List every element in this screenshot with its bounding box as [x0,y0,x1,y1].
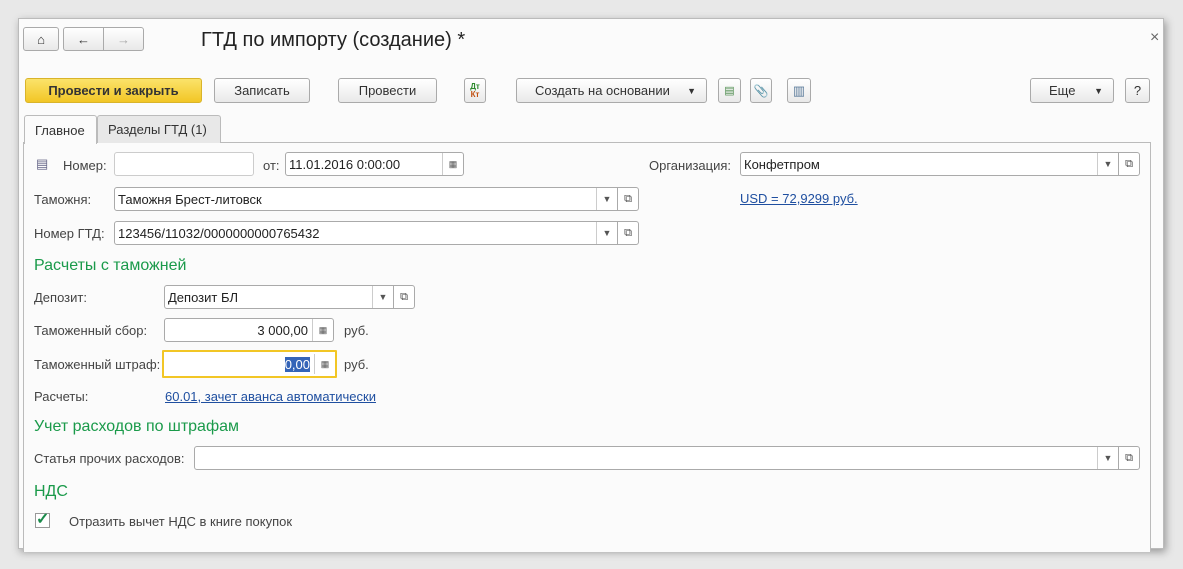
chevron-down-icon[interactable]: ▼ [596,222,617,244]
home-icon: ⌂ [37,31,45,47]
more-label: Еще [1049,83,1076,98]
page-title: ГТД по импорту (создание) * [201,29,466,51]
forward-button[interactable]: → [103,27,144,51]
arrow-left-icon: ← [77,31,90,47]
chevron-down-icon[interactable]: ▼ [1097,447,1118,469]
settlements-link[interactable]: 60.01, зачет аванса автоматически [165,389,376,404]
chevron-down-icon: ▼ [1094,85,1103,96]
section-heading-vat: НДС [34,483,68,500]
vat-deduction-label[interactable]: Отразить вычет НДС в книге покупок [69,514,292,529]
deposit-label: Депозит: [34,290,87,305]
customs-fee-unit: руб. [344,323,369,338]
open-icon[interactable]: ⧉ [1118,152,1140,176]
expense-item-label: Статья прочих расходов: [34,451,185,466]
customs-fine-input[interactable]: 0,00 ▦ [162,350,337,378]
date-input[interactable]: 11.01.2016 0:00:00 ▦ [285,152,464,176]
date-value: 11.01.2016 0:00:00 [289,156,401,172]
document-window: ⌂ ← → ГТД по импорту (создание) * × Пров… [18,18,1164,552]
calendar-icon[interactable]: ▦ [442,153,463,175]
open-icon[interactable]: ⧉ [1118,446,1140,470]
organization-label: Организация: [649,158,732,173]
back-button[interactable]: ← [63,27,104,51]
section-heading-fines: Учет расходов по штрафам [34,418,240,435]
customs-fine-label: Таможенный штраф: [34,357,161,372]
settlements-label: Расчеты: [34,389,89,404]
deposit-value: Депозит БЛ [168,289,239,305]
paperclip-icon: 📎 [753,83,769,98]
customs-value: Таможня Брест-литовск [118,191,262,207]
post-button[interactable]: Провести [338,78,437,103]
create-based-label: Создать на основании [535,83,670,98]
number-label: Номер: [63,158,107,173]
number-input[interactable] [114,152,254,176]
customs-fee-input[interactable]: 3 000,00 ▦ [164,318,334,342]
list-button[interactable]: ▥ [787,78,811,103]
deposit-input[interactable]: Депозит БЛ ▼ [164,285,394,309]
organization-value: Конфетпром [744,156,820,172]
customs-fine-value: 0,00 [284,356,310,372]
close-icon[interactable]: × [1150,29,1159,47]
report-button[interactable]: ▤ [718,78,741,103]
more-button[interactable]: Еще ▼ [1030,78,1114,103]
vat-deduction-checkbox[interactable]: ✓ [35,511,50,528]
chevron-down-icon[interactable]: ▼ [1097,153,1118,175]
arrow-right-icon: → [117,31,130,47]
date-label: от: [263,158,280,173]
customs-fine-unit: руб. [344,357,369,372]
home-button[interactable]: ⌂ [23,27,59,51]
open-icon[interactable]: ⧉ [617,221,639,245]
document-icon: ▤ [724,85,735,97]
expense-item-input[interactable]: ▼ [194,446,1119,470]
save-button[interactable]: Записать [214,78,310,103]
help-button[interactable]: ? [1125,78,1150,103]
kt-icon: Кт [470,89,480,99]
organization-input[interactable]: Конфетпром ▼ [740,152,1119,176]
customs-input[interactable]: Таможня Брест-литовск ▼ [114,187,618,211]
customs-label: Таможня: [34,192,92,207]
tab-main[interactable]: Главное [24,115,97,144]
list-icon: ▤ [36,156,49,171]
gtd-number-input[interactable]: 123456/11032/0000000000765432 ▼ [114,221,618,245]
gtd-number-value: 123456/11032/0000000000765432 [118,225,320,241]
attach-button[interactable]: 📎 [750,78,772,103]
tab-gtd-sections[interactable]: Разделы ГТД (1) [97,115,221,143]
create-based-on-button[interactable]: Создать на основании ▼ [516,78,707,103]
section-heading-customs: Расчеты с таможней [34,257,187,274]
open-icon[interactable]: ⧉ [393,285,415,309]
chevron-down-icon[interactable]: ▼ [596,188,617,210]
calculator-icon[interactable]: ▦ [314,354,335,374]
post-and-close-button[interactable]: Провести и закрыть [25,78,202,103]
customs-fee-label: Таможенный сбор: [34,323,148,338]
chevron-down-icon: ▼ [687,85,696,96]
list-icon: ▥ [792,82,806,98]
open-icon[interactable]: ⧉ [617,187,639,211]
calculator-icon[interactable]: ▦ [312,319,333,341]
exchange-rate-link[interactable]: USD = 72,9299 руб. [740,191,858,206]
gtd-number-label: Номер ГТД: [34,226,105,241]
dt-kt-button[interactable]: Дт Кт [464,78,486,103]
chevron-down-icon[interactable]: ▼ [372,286,393,308]
checkmark-icon: ✓ [36,511,50,528]
customs-fee-value: 3 000,00 [257,322,308,338]
